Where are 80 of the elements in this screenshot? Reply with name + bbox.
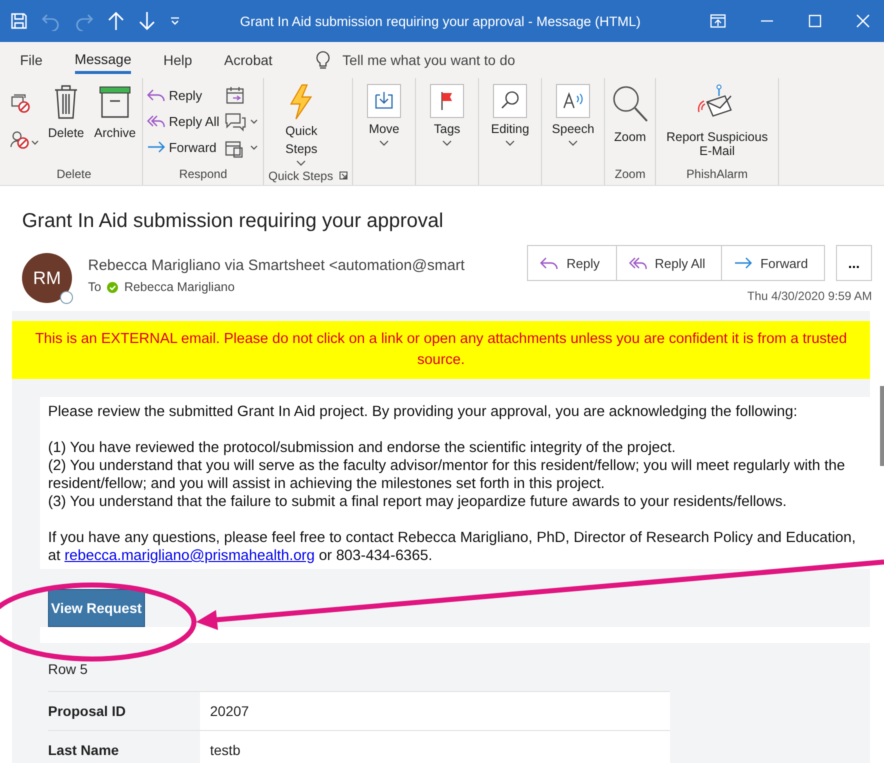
- dropdown-icon: [379, 140, 390, 146]
- save-icon[interactable]: [10, 12, 28, 30]
- ribbon-button[interactable]: Quick Steps: [268, 84, 334, 166]
- speaker-icon: [556, 84, 590, 118]
- ribbon-button[interactable]: Reply: [146, 84, 220, 106]
- search-icon: [493, 84, 528, 118]
- acknowledgement-item: (3) You understand that the failure to submit a final report may jeopardize future awards to your residents/fellows.: [48, 493, 788, 511]
- view-request-button[interactable]: View Request: [48, 589, 145, 627]
- ribbon-button[interactable]: Reply All: [146, 110, 220, 132]
- group-label: PhishAlarm: [686, 167, 748, 181]
- menu-tab[interactable]: Acrobat: [224, 48, 272, 72]
- ribbon-button[interactable]: Report Suspicious E-Mail: [660, 84, 774, 163]
- field-label: Proposal ID: [48, 702, 127, 721]
- reply-icon: [146, 88, 165, 102]
- field-value: 20207: [200, 692, 670, 730]
- group-label: Delete: [56, 167, 92, 181]
- message-date: Thu 4/30/2020 9:59 AM: [747, 289, 872, 303]
- ribbon-button[interactable]: Zoom: [609, 84, 652, 163]
- ribbon-button[interactable]: Archive: [92, 84, 138, 163]
- ribbon-button[interactable]: Speech: [546, 84, 600, 163]
- forward-icon: [146, 140, 165, 154]
- acknowledgement-item: (2) You understand that you will serve as the faculty advisor/mentor for this resident/fellow; you will meet regularly with the resident/fellow; and you will assist in achieving the milestones set forth in this project.: [48, 457, 846, 493]
- ribbon-button[interactable]: Delete: [46, 84, 86, 163]
- block-sender-icon[interactable]: [10, 130, 40, 150]
- reply-all-icon: [146, 114, 165, 128]
- presence-icon: [60, 291, 73, 304]
- close-icon[interactable]: [856, 14, 870, 28]
- customize-icon[interactable]: [169, 16, 181, 26]
- reply-icon: [540, 256, 558, 270]
- lightning-icon: [288, 84, 314, 120]
- recipient-name: Rebecca Marigliano: [124, 280, 235, 294]
- group-label: Zoom: [614, 167, 646, 181]
- lightbulb-icon: [316, 50, 330, 70]
- more-button[interactable]: ...: [836, 245, 872, 281]
- scrollbar[interactable]: [880, 386, 884, 466]
- dropdown-icon: [568, 140, 578, 146]
- message-subject: Grant In Aid submission requiring your approval: [22, 210, 444, 233]
- email-link[interactable]: rebecca.marigliano@prismahealth.org: [64, 548, 315, 564]
- sender-name: Rebecca Marigliano via Smartsheet <automation@smart: [88, 257, 466, 274]
- magnifier-icon: [611, 84, 650, 124]
- chat-icon[interactable]: [225, 112, 260, 132]
- up-arrow-icon[interactable]: [107, 11, 125, 31]
- dropdown-icon: [505, 140, 516, 146]
- trash-icon: [53, 84, 80, 120]
- ribbon-button[interactable]: Editing: [483, 84, 538, 163]
- message-action-button[interactable]: Reply All: [616, 245, 722, 281]
- message-action-button[interactable]: Forward: [721, 245, 825, 281]
- down-arrow-icon[interactable]: [138, 11, 156, 31]
- contact-text: If you have any questions, please feel free to contact Rebecca Marigliano, PhD, Director of Research Policy and Education, at rebecca.marigliano@prismahealth.org or 803-434-6365.: [48, 529, 857, 565]
- tell-me-field[interactable]: Tell me what you want to do: [340, 51, 564, 69]
- archive-icon: [98, 84, 131, 120]
- dialog-launcher-icon[interactable]: [339, 171, 348, 180]
- ribbon-button[interactable]: Move: [357, 84, 412, 163]
- group-label: Quick Steps: [268, 168, 334, 182]
- field-label: Last Name: [48, 741, 120, 760]
- external-warning-banner: This is an EXTERNAL email. Please do not click on a link or open any attachments unless you are confident it is from a trusted source.: [12, 321, 870, 379]
- ribbon-button[interactable]: Forward: [146, 136, 220, 158]
- ignore-icon[interactable]: [10, 94, 32, 114]
- field-value: testb: [200, 731, 670, 763]
- ribbon-display-icon[interactable]: [710, 14, 726, 28]
- window-title: Grant In Aid submission requiring your approval - Message (HTML): [239, 14, 642, 28]
- group-label: Respond: [179, 167, 228, 181]
- check-status-icon: [107, 282, 118, 292]
- maximize-icon[interactable]: [808, 14, 822, 28]
- to-label: To: [88, 280, 102, 294]
- intro-text: Please review the submitted Grant In Aid project. By providing your approval, you are acknowledging the following:: [48, 403, 798, 421]
- menu-tab[interactable]: Help: [163, 48, 192, 72]
- message-action-button[interactable]: Reply: [527, 245, 617, 281]
- reply-all-icon: [628, 256, 647, 270]
- acknowledgement-item: (1) You have reviewed the protocol/submission and endorse the scientific integrity of the project.: [48, 439, 677, 457]
- flag-icon: [430, 84, 464, 118]
- menu-tab[interactable]: File: [20, 48, 43, 72]
- dropdown-icon: [442, 140, 452, 146]
- row-label: Row 5: [48, 661, 88, 677]
- move-icon: [367, 84, 402, 118]
- forward-icon: [734, 256, 752, 270]
- menu-tab[interactable]: Message: [74, 46, 132, 74]
- ribbon-button[interactable]: Tags: [420, 84, 474, 163]
- dropdown-icon: [296, 160, 306, 166]
- avatar: RM: [22, 253, 72, 303]
